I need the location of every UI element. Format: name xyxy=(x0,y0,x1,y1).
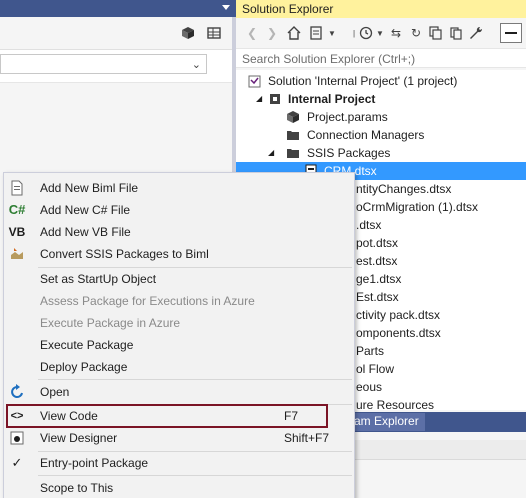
open-icon xyxy=(8,384,26,400)
home-icon[interactable] xyxy=(286,25,302,41)
tree-node-label: Project.params xyxy=(307,110,388,124)
menu-item-label: Assess Package for Executions in Azure xyxy=(40,294,255,308)
designer-icon xyxy=(8,430,26,446)
editor-toolbar xyxy=(0,17,236,50)
tree-node-folder[interactable]: eous xyxy=(356,378,382,396)
menu-item-label: Convert SSIS Packages to Biml xyxy=(40,247,209,261)
menu-item-label: Open xyxy=(40,385,70,399)
sync-icon[interactable]: ⇆ xyxy=(388,25,404,41)
highlight-box xyxy=(6,404,328,428)
menu-item-label: Scope to This xyxy=(40,481,114,495)
tree-node-package[interactable]: pot.dtsx xyxy=(356,234,398,252)
refresh-icon[interactable]: ↻ xyxy=(408,25,424,41)
menu-item-label: Set as StartUp Object xyxy=(40,272,157,286)
tree-node-package[interactable]: ge1.dtsx xyxy=(356,270,401,288)
copy-icon[interactable] xyxy=(428,25,444,41)
menu-item-shortcut: Shift+F7 xyxy=(284,431,330,445)
biml-file-icon xyxy=(8,180,26,196)
tree-node-package[interactable]: est.dtsx xyxy=(356,252,397,270)
tree-node-params[interactable]: Project.params xyxy=(244,108,524,126)
menu-item-entry-point-package[interactable]: ✓ Entry-point Package xyxy=(4,452,354,474)
expanded-arrow-icon[interactable]: ◢ xyxy=(268,144,274,162)
tree-node-connection-managers[interactable]: Connection Managers xyxy=(244,126,524,144)
checkmark-icon: ✓ xyxy=(11,455,23,470)
tab-team-explorer[interactable]: am Explorer xyxy=(350,413,425,431)
tree-node-label: Solution 'Internal Project' (1 project) xyxy=(268,74,458,88)
collection-icon[interactable] xyxy=(308,25,324,41)
menu-separator xyxy=(38,379,352,380)
solution-icon xyxy=(248,74,262,88)
menu-item-view-designer[interactable]: View Designer Shift+F7 xyxy=(4,427,354,449)
csharp-icon: C# xyxy=(8,202,26,217)
menu-item-label: Execute Package in Azure xyxy=(40,316,181,330)
menu-item-add-csharp-file[interactable]: C# Add New C# File xyxy=(4,199,354,221)
forward-icon[interactable]: ❯ xyxy=(264,25,280,41)
params-icon xyxy=(286,110,300,124)
tree-node-package[interactable]: omponents.dtsx xyxy=(356,324,441,342)
solution-search-input[interactable]: Search Solution Explorer (Ctrl+;) xyxy=(236,48,526,68)
menu-item-set-startup-object[interactable]: Set as StartUp Object xyxy=(4,268,354,290)
solution-explorer-toolbar: ❮ ❯ ▼ | ▼ ⇆ ↻ xyxy=(236,18,526,48)
menu-item-label: Add New C# File xyxy=(40,203,131,217)
dropdown-icon[interactable]: ▼ xyxy=(324,25,340,41)
menu-item-deploy-package[interactable]: Deploy Package xyxy=(4,356,354,378)
context-menu: Add New Biml File C# Add New C# File VB … xyxy=(3,172,355,498)
tree-node-package[interactable]: ctivity pack.dtsx xyxy=(356,306,440,324)
menu-item-execute-package-azure: Execute Package in Azure xyxy=(4,312,354,334)
pin-icon[interactable] xyxy=(500,23,522,43)
tree-node-label: Internal Project xyxy=(288,92,376,106)
tree-node-label: SSIS Packages xyxy=(307,146,391,160)
folder-icon xyxy=(286,128,300,142)
tree-node-folder[interactable]: Parts xyxy=(356,342,384,360)
wrench-icon[interactable] xyxy=(468,25,484,41)
tree-node-package[interactable]: .dtsx xyxy=(356,216,381,234)
tree-node-package[interactable]: ntityChanges.dtsx xyxy=(356,180,451,198)
menu-item-label: View Designer xyxy=(40,431,118,445)
cube-icon[interactable] xyxy=(180,25,196,41)
menu-item-convert-ssis-to-biml[interactable]: Convert SSIS Packages to Biml xyxy=(4,243,354,265)
menu-item-open[interactable]: Open xyxy=(4,381,354,403)
menu-item-label: Add New Biml File xyxy=(40,181,139,195)
tree-node-package[interactable]: oCrmMigration (1).dtsx xyxy=(356,198,478,216)
project-icon xyxy=(268,92,282,106)
folder-icon xyxy=(286,146,300,160)
menu-item-scope-to-this[interactable]: Scope to This xyxy=(4,477,354,498)
convert-icon xyxy=(8,246,26,262)
menu-item-add-biml-file[interactable]: Add New Biml File xyxy=(4,177,354,199)
menu-item-label: Execute Package xyxy=(40,338,134,352)
show-all-files-icon[interactable] xyxy=(448,25,464,41)
menu-item-assess-package-azure: Assess Package for Executions in Azure xyxy=(4,290,354,312)
back-icon[interactable]: ❮ xyxy=(244,25,260,41)
editor-title-bar xyxy=(0,0,236,17)
menu-item-add-vb-file[interactable]: VB Add New VB File xyxy=(4,221,354,243)
menu-item-label: Entry-point Package xyxy=(40,456,149,470)
chevron-down-icon: ⌄ xyxy=(191,59,201,71)
tree-node-package[interactable]: Est.dtsx xyxy=(356,288,399,306)
tree-node-project[interactable]: ◢ Internal Project xyxy=(244,90,524,108)
menu-item-label: Add New VB File xyxy=(40,225,131,239)
tree-node-label: Connection Managers xyxy=(307,128,425,142)
tree-node-ssis-packages[interactable]: ◢ SSIS Packages xyxy=(244,144,524,162)
expanded-arrow-icon[interactable]: ◢ xyxy=(256,90,262,108)
vb-icon: VB xyxy=(8,225,26,239)
chevron-down-icon[interactable] xyxy=(222,5,230,10)
menu-item-label: Deploy Package xyxy=(40,360,128,374)
dropdown-icon[interactable]: ▼ xyxy=(372,25,388,41)
tree-node-folder[interactable]: ol Flow xyxy=(356,360,394,378)
table-properties-icon[interactable] xyxy=(206,25,222,41)
menu-separator xyxy=(38,475,352,476)
solution-explorer-title: Solution Explorer xyxy=(236,0,526,18)
member-dropdown[interactable]: ⌄ xyxy=(0,54,207,74)
tree-node-solution[interactable]: Solution 'Internal Project' (1 project) xyxy=(244,72,524,90)
menu-item-execute-package[interactable]: Execute Package xyxy=(4,334,354,356)
